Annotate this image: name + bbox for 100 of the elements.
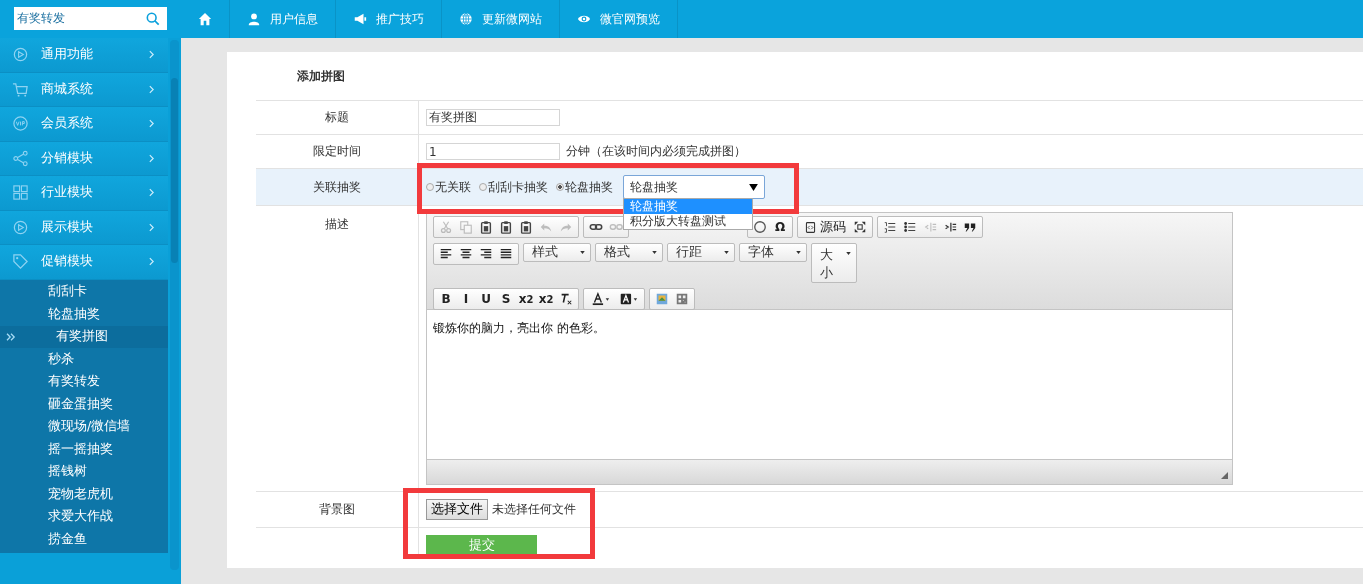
submenu-item[interactable]: 摇一摇抽奖 xyxy=(0,438,168,461)
submenu-item[interactable]: 求爱大作战 xyxy=(0,505,168,528)
submenu-item[interactable]: 有奖转发 xyxy=(0,370,168,393)
input-field[interactable]: 1 xyxy=(426,143,560,160)
outdent-icon xyxy=(923,220,937,234)
radio-option[interactable]: 轮盘抽奖 xyxy=(556,178,613,196)
caret-icon xyxy=(652,251,657,254)
bullet-list-icon xyxy=(903,220,917,234)
megaphone-icon xyxy=(353,12,367,26)
radio-option[interactable]: 无关联 xyxy=(426,178,471,196)
chevron-icon xyxy=(149,84,154,94)
resize-handle-icon[interactable] xyxy=(1221,472,1228,479)
qr-code-icon xyxy=(675,292,689,306)
source-code-icon xyxy=(804,220,817,234)
hint-text: 分钟（在该时间内必须完成拼图） xyxy=(566,143,746,160)
nav-item[interactable]: 更新微网站 xyxy=(442,0,560,38)
submit-button[interactable]: 提交 xyxy=(426,535,537,556)
tag-icon xyxy=(12,253,29,271)
submenu-item[interactable]: 有奖拼图 xyxy=(0,325,168,348)
submenu-item[interactable]: 砸金蛋抽奖 xyxy=(0,393,168,416)
sidebar-item[interactable]: 展示模块 xyxy=(0,210,168,245)
sidebar-item[interactable]: 会员系统 xyxy=(0,107,168,142)
clipboard-icon xyxy=(499,220,513,234)
choose-file-button[interactable]: 选择文件 xyxy=(426,499,488,520)
toolbar-button[interactable]: I xyxy=(456,290,476,308)
field-label: 背景图 xyxy=(319,501,355,518)
sidebar-item[interactable]: 通用功能 xyxy=(0,38,168,73)
scrollbar[interactable] xyxy=(170,40,179,570)
sidebar-item[interactable]: 商城系统 xyxy=(0,72,168,107)
sidebar-item[interactable]: 促销模块 xyxy=(0,245,168,280)
radio-option[interactable]: 刮刮卡抽奖 xyxy=(479,178,548,196)
maximize-icon xyxy=(853,220,867,234)
share-icon xyxy=(12,149,29,167)
chevron-icon xyxy=(149,257,154,267)
toolbar-button[interactable]: B xyxy=(436,290,456,308)
chevron-icon xyxy=(149,222,154,232)
cart-icon xyxy=(12,80,29,98)
toolbar-dropdown[interactable]: 格式 xyxy=(595,243,663,262)
submenu-item[interactable]: 微现场/微信墙 xyxy=(0,415,168,438)
field-label: 限定时间 xyxy=(313,143,361,160)
caret-icon xyxy=(580,251,585,254)
indent-icon xyxy=(943,220,957,234)
chevron-icon xyxy=(149,50,154,60)
toolbar-dropdown[interactable]: 行距 xyxy=(667,243,735,262)
copy-icon xyxy=(459,220,473,234)
submenu-item[interactable]: 轮盘抽奖 xyxy=(0,303,168,326)
toolbar-dropdown[interactable]: 样式 xyxy=(523,243,591,262)
clipboard-icon xyxy=(479,220,493,234)
double-chevron-icon xyxy=(6,332,16,341)
circle-icon xyxy=(753,220,767,234)
chevron-icon xyxy=(149,119,154,129)
field-label: 描述 xyxy=(325,216,349,233)
clear-format-icon xyxy=(559,292,573,306)
highlight-color-icon xyxy=(618,292,638,306)
align-right-icon xyxy=(479,247,493,261)
align-left-icon xyxy=(439,247,453,261)
submenu-item[interactable]: 刮刮卡 xyxy=(0,280,168,303)
dropdown[interactable]: 轮盘抽奖 xyxy=(623,175,765,199)
submenu-item[interactable]: 摇钱树 xyxy=(0,460,168,483)
nav-item[interactable]: 用户信息 xyxy=(230,0,336,38)
nav-item[interactable]: 微官网预览 xyxy=(560,0,678,38)
source-button[interactable]: 源码 xyxy=(800,218,850,236)
vip-icon xyxy=(12,115,29,133)
search-field[interactable]: 有奖转发 xyxy=(14,7,167,30)
submenu-item[interactable]: 捞金鱼 xyxy=(0,528,168,551)
file-status: 未选择任何文件 xyxy=(492,501,576,518)
home-icon xyxy=(198,12,212,26)
search-icon xyxy=(146,12,160,26)
dropdown-option[interactable]: 积分版大转盘测试 xyxy=(624,214,752,229)
toolbar-button[interactable]: Ω xyxy=(770,218,790,236)
grid-icon xyxy=(12,184,29,202)
caret-icon xyxy=(749,183,758,191)
toolbar-dropdown[interactable]: 大小 xyxy=(811,243,857,283)
clipboard-icon xyxy=(519,220,533,234)
caret-icon xyxy=(846,252,851,255)
dropdown-option[interactable]: 轮盘抽奖 xyxy=(624,199,752,214)
play-icon xyxy=(12,46,29,64)
field-label: 标题 xyxy=(325,109,349,126)
sidebar-item[interactable]: 分销模块 xyxy=(0,141,168,176)
caret-icon xyxy=(796,251,801,254)
submenu-item[interactable]: 秒杀 xyxy=(0,348,168,371)
play-icon xyxy=(12,218,29,236)
scissors-icon xyxy=(439,220,453,234)
justify-icon xyxy=(499,247,513,261)
image-icon xyxy=(655,292,669,306)
caret-icon xyxy=(724,251,729,254)
nav-item[interactable]: 推广技巧 xyxy=(336,0,442,38)
toolbar-button[interactable]: U xyxy=(476,290,496,308)
input-field[interactable]: 有奖拼图 xyxy=(426,109,560,126)
toolbar-dropdown[interactable]: 字体 xyxy=(739,243,807,262)
sidebar-item[interactable]: 行业模块 xyxy=(0,176,168,211)
chevron-icon xyxy=(149,188,154,198)
numbered-list-icon xyxy=(883,220,897,234)
submenu-item[interactable]: 宠物老虎机 xyxy=(0,483,168,506)
field-label: 关联抽奖 xyxy=(313,178,361,196)
toolbar-button[interactable]: S xyxy=(496,290,516,308)
form-title: 添加拼图 xyxy=(297,67,345,85)
align-center-icon xyxy=(459,247,473,261)
globe-icon xyxy=(459,12,473,26)
text-color-icon xyxy=(590,292,610,306)
